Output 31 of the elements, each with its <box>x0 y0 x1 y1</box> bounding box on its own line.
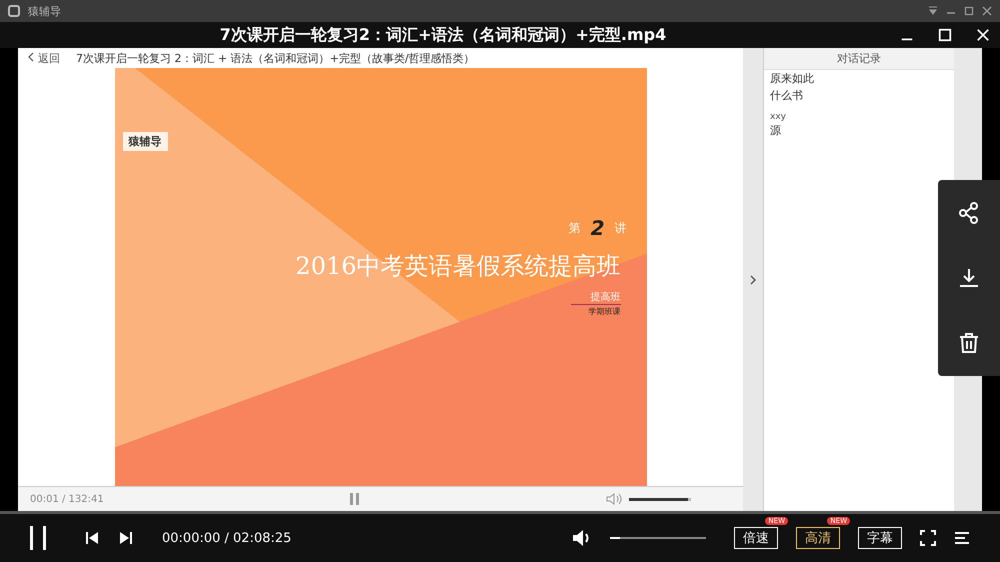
lecture-suffix: 讲 <box>614 220 626 236</box>
fullscreen-icon[interactable] <box>920 530 936 546</box>
chat-message: 什么书 <box>769 88 804 104</box>
lecture-number: 2 <box>590 216 604 240</box>
option-button[interactable]: 字幕 <box>858 527 902 549</box>
brand-badge: 猿辅导 <box>122 132 168 151</box>
option-button[interactable]: 高清 <box>796 527 840 549</box>
app-title: 猿辅导 <box>28 4 61 18</box>
dropdown-icon[interactable] <box>928 6 938 16</box>
playback-time: 00:00:00 / 02:08:25 <box>162 530 292 546</box>
pause-button[interactable] <box>30 526 46 550</box>
previous-icon[interactable] <box>84 530 100 546</box>
chat-title: 对话记录 <box>764 48 954 70</box>
lecture-prefix: 第 <box>568 220 581 236</box>
delete-icon[interactable] <box>957 331 981 356</box>
logo-icon <box>8 5 20 17</box>
playlist-icon[interactable] <box>954 530 970 546</box>
share-icon[interactable] <box>957 200 981 225</box>
chat-message: 原来如此 <box>769 71 815 87</box>
option-button[interactable]: 倍速 <box>734 527 778 549</box>
lesson-title: 7次课开启一轮复习 2：词汇 + 语法（名词和冠词）+完型（故事类/哲理感悟类） <box>76 50 475 66</box>
video-title: 7次课开启一轮复习2：词汇+语法（名词和冠词）+完型.mp4 <box>220 24 666 46</box>
sender-name: xxy <box>769 111 787 122</box>
back-link[interactable]: 返回 <box>28 50 60 66</box>
chat-message: 源 <box>769 123 782 139</box>
term-label: 学期班课 <box>588 306 620 317</box>
pause-icon[interactable] <box>350 493 359 505</box>
next-icon[interactable] <box>118 530 134 546</box>
level-tag: 提高班 <box>570 290 620 305</box>
playback-time: 00:01 / 132:41 <box>30 494 104 504</box>
slide-headline: 2016中考英语暑假系统提高班 <box>295 251 620 282</box>
